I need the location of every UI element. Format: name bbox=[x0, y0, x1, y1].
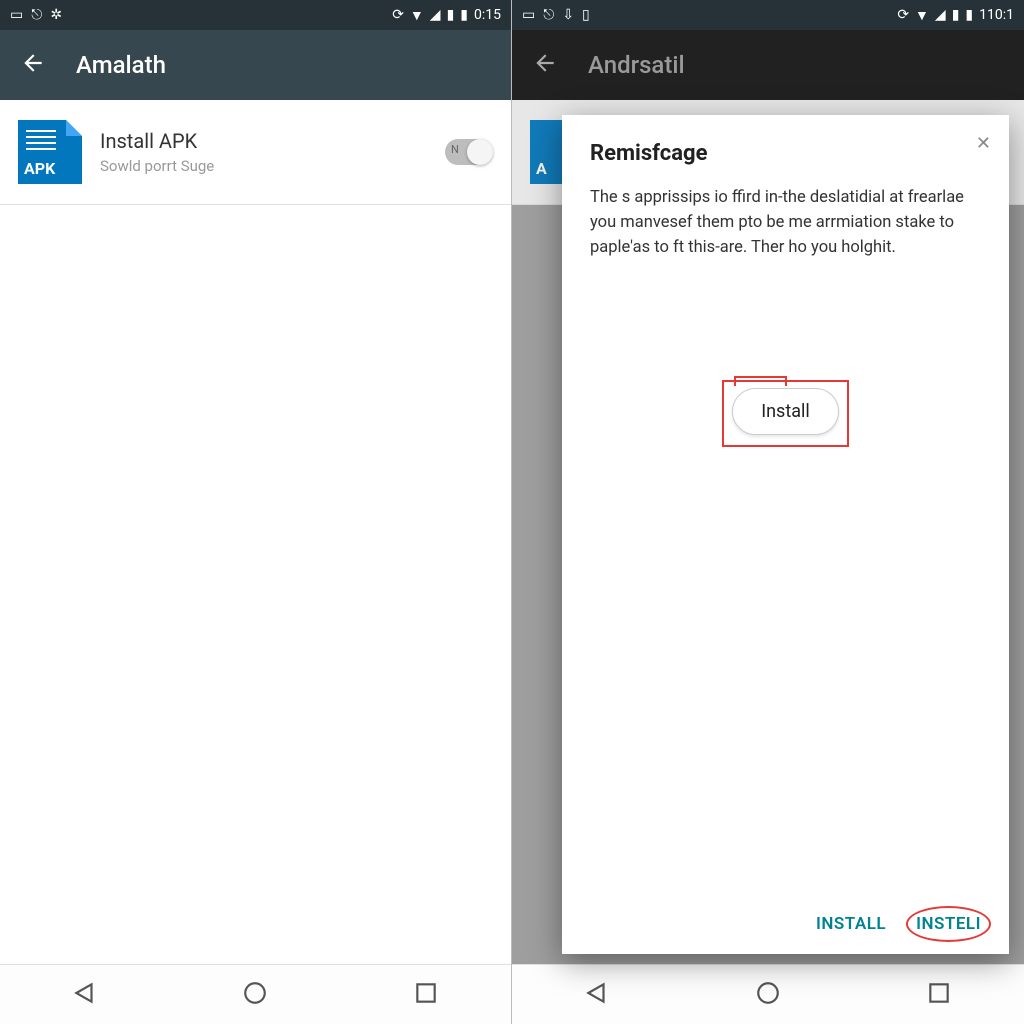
app-bar: Andrsatil bbox=[512, 30, 1024, 100]
wifi-icon: ▼ bbox=[915, 7, 929, 24]
usb-icon: ⎋ bbox=[543, 7, 554, 23]
apk-file-icon: APK bbox=[18, 120, 82, 184]
clock: 110:1 bbox=[979, 7, 1014, 23]
download-icon: ⇩ bbox=[562, 7, 574, 23]
status-bar: ▭ ⎋ ⇩ ▯ ⟳ ▼ ◢ ▮ ▮ 110:1 bbox=[512, 0, 1024, 30]
back-icon[interactable] bbox=[20, 50, 46, 80]
app-bar: Amalath bbox=[0, 30, 511, 100]
left-screenshot: ▭ ⎋ ✲ ⟳ ▼ ◢ ▮ ▮ 0:15 Amalath APK Install… bbox=[0, 0, 512, 1024]
install-toggle[interactable]: N bbox=[445, 139, 493, 165]
signal-icon: ◢ bbox=[430, 7, 441, 23]
nav-bar bbox=[512, 964, 1024, 1024]
nav-back-icon[interactable] bbox=[72, 980, 98, 1010]
page-title: Amalath bbox=[76, 51, 166, 79]
install-action[interactable]: INSTALL bbox=[816, 914, 886, 934]
install-dialog: ✕ Remisfcage The s apprissips io ffird i… bbox=[562, 115, 1009, 954]
sync-icon: ⟳ bbox=[897, 7, 909, 23]
wifi-icon: ▼ bbox=[410, 7, 424, 24]
page-title: Andrsatil bbox=[588, 51, 685, 79]
nav-back-icon[interactable] bbox=[584, 980, 610, 1010]
nav-recent-icon[interactable] bbox=[413, 980, 439, 1010]
install-apk-row[interactable]: APK Install APK Sowld porrt Suge N bbox=[0, 100, 511, 205]
dialog-body: The s apprissips io ffird in-the deslati… bbox=[590, 186, 981, 260]
install-highlight: Install bbox=[722, 380, 849, 447]
back-icon[interactable] bbox=[532, 50, 558, 80]
clock: 0:15 bbox=[474, 7, 501, 23]
usb-icon: ⎋ bbox=[31, 7, 42, 23]
nav-recent-icon[interactable] bbox=[926, 980, 952, 1010]
install-pill-button[interactable]: Install bbox=[732, 388, 839, 435]
nav-home-icon[interactable] bbox=[242, 980, 268, 1010]
notification-icon: ▭ bbox=[522, 7, 535, 23]
settings-status-icon: ✲ bbox=[50, 7, 62, 23]
nav-bar bbox=[0, 964, 511, 1024]
content-area: APK Install APK Sowld porrt Suge N bbox=[0, 100, 511, 964]
nav-home-icon[interactable] bbox=[755, 980, 781, 1010]
battery-icon: ▮ bbox=[460, 7, 468, 23]
close-icon[interactable]: ✕ bbox=[976, 133, 991, 154]
sim-icon: ▮ bbox=[447, 7, 455, 23]
status-bar: ▭ ⎋ ✲ ⟳ ▼ ◢ ▮ ▮ 0:15 bbox=[0, 0, 511, 30]
sync-icon: ⟳ bbox=[392, 7, 404, 23]
right-screenshot: ▭ ⎋ ⇩ ▯ ⟳ ▼ ◢ ▮ ▮ 110:1 Andrsatil A bbox=[512, 0, 1024, 1024]
row-subtitle: Sowld porrt Suge bbox=[100, 157, 427, 175]
insteli-action[interactable]: INSTELI bbox=[916, 914, 981, 934]
row-title: Install APK bbox=[100, 129, 427, 153]
signal-icon: ◢ bbox=[935, 7, 946, 23]
card-icon: ▯ bbox=[582, 7, 590, 23]
sim-icon: ▮ bbox=[952, 7, 960, 23]
battery-icon: ▮ bbox=[965, 7, 973, 23]
dialog-actions: INSTALL INSTELI bbox=[590, 894, 981, 934]
notification-icon: ▭ bbox=[10, 7, 23, 23]
dialog-title: Remisfcage bbox=[590, 141, 981, 166]
